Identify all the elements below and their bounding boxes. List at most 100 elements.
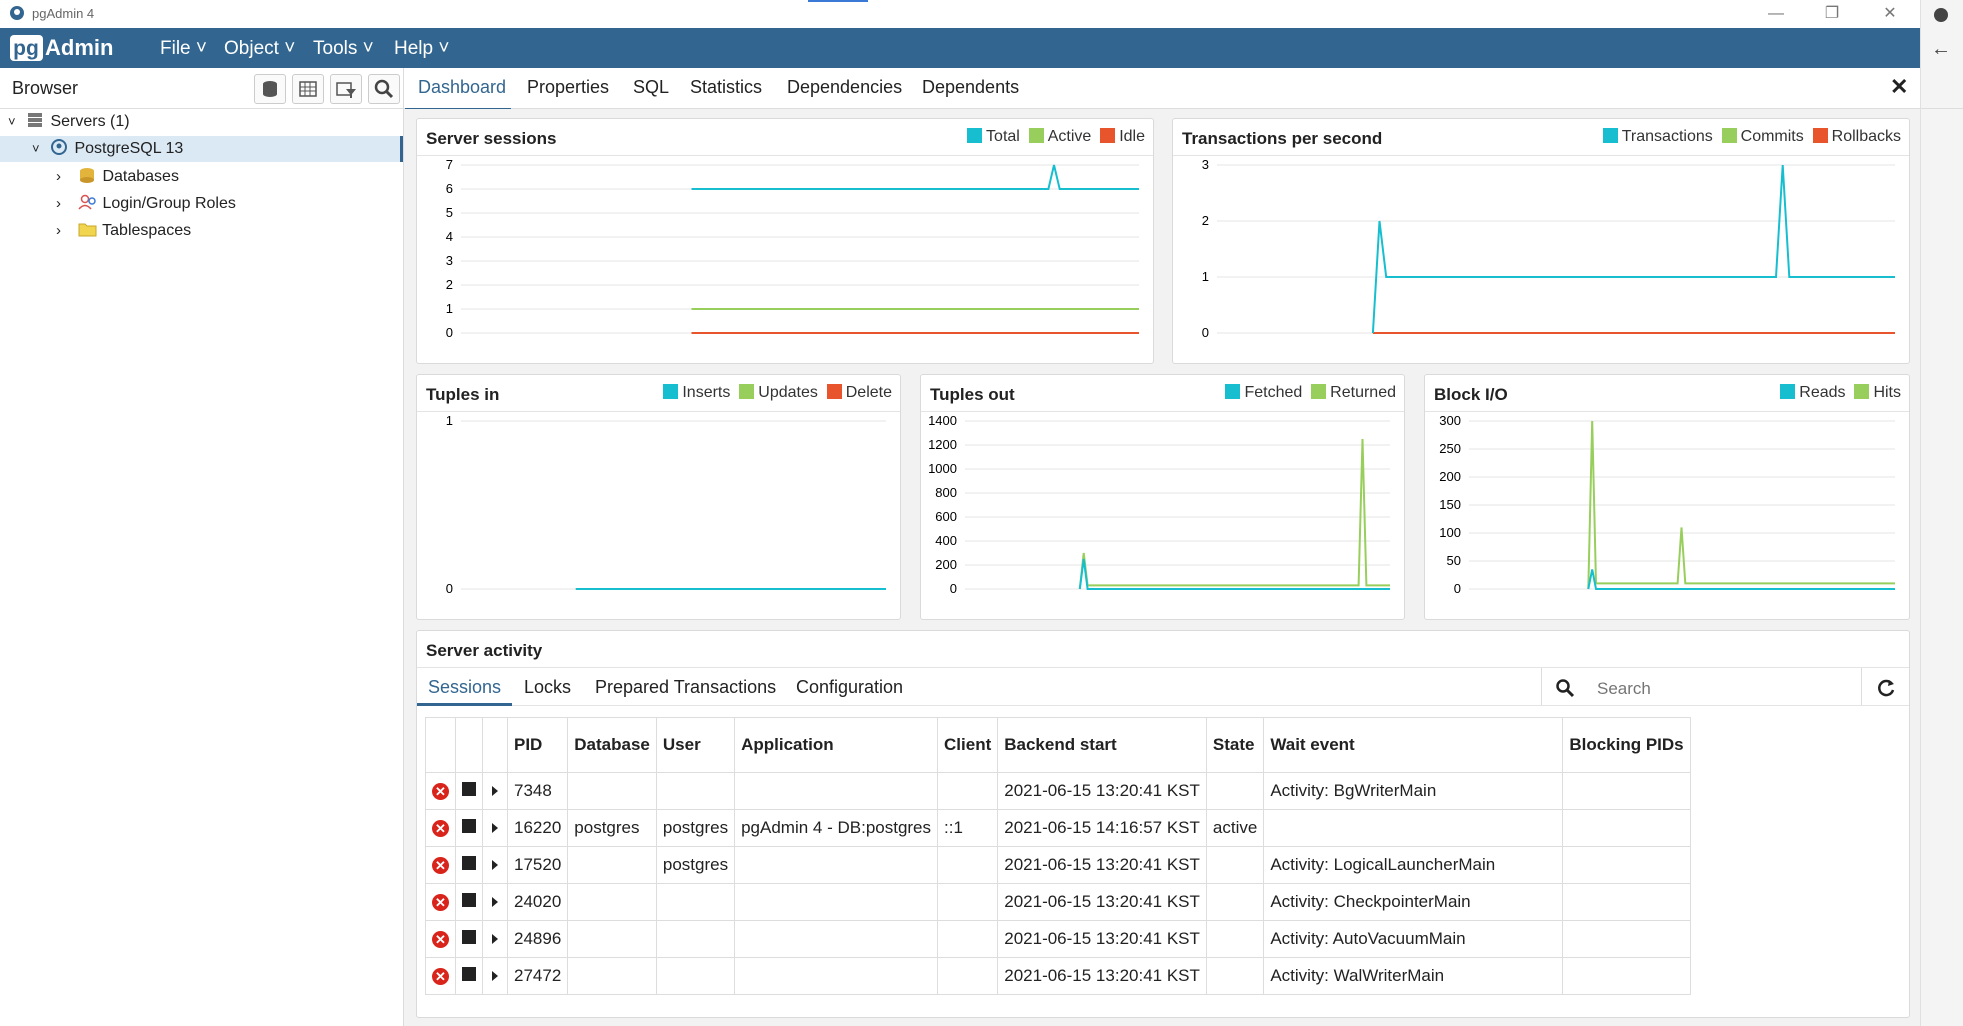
expand-row-icon[interactable] xyxy=(492,971,498,981)
minimize-button[interactable]: — xyxy=(1756,3,1796,25)
table-cell xyxy=(734,883,939,921)
terminate-cell xyxy=(455,846,483,884)
expand-row-icon[interactable] xyxy=(492,897,498,907)
col-client[interactable]: Client xyxy=(937,717,999,773)
cancel-query-icon[interactable]: ✕ xyxy=(432,894,449,911)
close-panel-icon[interactable]: ✕ xyxy=(1890,74,1908,100)
subtab-active-indicator xyxy=(417,703,512,706)
chevron-right-icon[interactable]: › xyxy=(56,191,78,217)
pgadmin-logo[interactable]: pg Admin xyxy=(10,33,135,63)
menu-file[interactable]: File ˅ xyxy=(160,38,207,60)
col-database[interactable]: Database xyxy=(567,717,657,773)
table-cell xyxy=(1205,772,1265,810)
tab-dependents[interactable]: Dependents xyxy=(922,77,1019,98)
col-pid[interactable]: PID xyxy=(506,717,569,773)
menu-tools[interactable]: Tools ˅ xyxy=(313,38,374,60)
tuples-out-panel: Tuples out Fetched Returned 0 200 400 600 80… xyxy=(920,374,1405,620)
search-input[interactable] xyxy=(1595,675,1855,703)
chevron-down-icon[interactable]: ˅ xyxy=(8,109,26,135)
table-cell xyxy=(1205,920,1265,958)
subtab-locks[interactable]: Locks xyxy=(524,677,571,698)
tab-dashboard-label[interactable]: Dashboard xyxy=(418,77,506,98)
y-tick-label: 50 xyxy=(1447,553,1461,568)
query-tool-button[interactable] xyxy=(254,74,286,104)
col-user[interactable]: User xyxy=(655,717,736,773)
expand-cell xyxy=(482,809,508,847)
terminate-session-icon[interactable] xyxy=(462,967,476,981)
table-cell xyxy=(1562,883,1691,921)
cancel-cell: ✕ xyxy=(425,883,456,921)
terminate-session-icon[interactable] xyxy=(462,893,476,907)
panel-divider xyxy=(417,667,1909,668)
table-row[interactable]: ✕ 7348 2021-06-15 13:20:41 KST Activity: Bg… xyxy=(425,772,1691,810)
block-io-chart: 0 50 100 150 200 250 300 xyxy=(1439,413,1895,596)
legend-swatch xyxy=(1780,384,1796,399)
tab-sql[interactable]: SQL xyxy=(633,77,669,98)
cancel-cell: ✕ xyxy=(425,920,456,958)
table-cell: 7348 xyxy=(506,772,569,810)
subtab-sessions[interactable]: Sessions xyxy=(428,677,501,698)
tree-item-postgresql-13[interactable]: ˅ PostgreSQL 13 xyxy=(0,136,403,162)
tree-item-databases[interactable]: › Databases xyxy=(56,164,179,190)
globe-icon[interactable] xyxy=(1934,8,1948,22)
tab-statistics[interactable]: Statistics xyxy=(690,77,762,98)
terminate-session-icon[interactable] xyxy=(462,819,476,833)
col-wait-event[interactable]: Wait event xyxy=(1263,717,1564,773)
subtab-configuration[interactable]: Configuration xyxy=(796,677,903,698)
cancel-cell: ✕ xyxy=(425,846,456,884)
title-bar: pgAdmin 4 — ❐ ✕ xyxy=(0,0,1920,28)
view-data-button[interactable] xyxy=(292,74,324,104)
expand-row-icon[interactable] xyxy=(492,786,498,796)
search-objects-button[interactable] xyxy=(368,74,400,104)
col-terminate xyxy=(455,717,483,773)
tree-item-servers[interactable]: ˅ Servers (1) xyxy=(8,109,403,135)
table-cell xyxy=(655,920,736,958)
maximize-button[interactable]: ❐ xyxy=(1812,3,1852,25)
cancel-query-icon[interactable]: ✕ xyxy=(432,931,449,948)
chevron-right-icon[interactable]: › xyxy=(56,164,78,190)
filtered-rows-button[interactable] xyxy=(330,74,362,104)
terminate-session-icon[interactable] xyxy=(462,930,476,944)
chart-legend: Total Active Idle xyxy=(967,128,1145,146)
legend-swatch xyxy=(1028,128,1044,143)
tab-dependencies[interactable]: Dependencies xyxy=(787,77,902,98)
tree-item-tablespaces[interactable]: › Tablespaces xyxy=(56,218,191,244)
table-cell: active xyxy=(1205,809,1265,847)
subtab-prepared-transactions[interactable]: Prepared Transactions xyxy=(595,677,776,698)
tree-label: Servers (1) xyxy=(50,113,130,130)
cancel-query-icon[interactable]: ✕ xyxy=(432,968,449,985)
col-backend-start[interactable]: Backend start xyxy=(997,717,1207,773)
cancel-query-icon[interactable]: ✕ xyxy=(432,783,449,800)
tab-properties[interactable]: Properties xyxy=(527,77,609,98)
table-cell xyxy=(937,846,999,884)
col-state[interactable]: State xyxy=(1205,717,1265,773)
chevron-down-icon[interactable]: ˅ xyxy=(32,136,50,162)
back-arrow-icon[interactable]: ← xyxy=(1931,38,1951,61)
col-blocking-pids[interactable]: Blocking PIDs xyxy=(1562,717,1691,773)
col-application[interactable]: Application xyxy=(734,717,939,773)
transactions-panel: Transactions per second Transactions Com… xyxy=(1172,118,1910,364)
close-window-button[interactable]: ✕ xyxy=(1870,3,1910,25)
chevron-right-icon[interactable]: › xyxy=(56,218,78,244)
col-cancel xyxy=(425,717,456,773)
expand-row-icon[interactable] xyxy=(492,860,498,870)
databases-icon xyxy=(80,168,94,183)
table-row[interactable]: ✕ 16220 postgres postgres pgAdmin 4 - DB:pos… xyxy=(425,809,1691,847)
expand-row-icon[interactable] xyxy=(492,934,498,944)
table-row[interactable]: ✕ 17520 postgres 2021-06-15 13:20:41 KST Act… xyxy=(425,846,1691,884)
table-row[interactable]: ✕ 27472 2021-06-15 13:20:41 KST Activity: W… xyxy=(425,957,1691,995)
terminate-session-icon[interactable] xyxy=(462,782,476,796)
tree-item-login-group-roles[interactable]: › Login/Group Roles xyxy=(56,191,236,217)
terminate-session-icon[interactable] xyxy=(462,856,476,870)
y-tick-label: 3 xyxy=(1202,157,1209,172)
menu-help[interactable]: Help ˅ xyxy=(394,38,449,60)
expand-row-icon[interactable] xyxy=(492,823,498,833)
side-strip: ← xyxy=(1920,0,1963,1026)
elephant-icon xyxy=(10,6,24,20)
refresh-icon[interactable] xyxy=(1875,677,1897,699)
table-row[interactable]: ✕ 24896 2021-06-15 13:20:41 KST Activity: A… xyxy=(425,920,1691,958)
cancel-query-icon[interactable]: ✕ xyxy=(432,820,449,837)
table-row[interactable]: ✕ 24020 2021-06-15 13:20:41 KST Activity: C… xyxy=(425,883,1691,921)
cancel-query-icon[interactable]: ✕ xyxy=(432,857,449,874)
menu-object[interactable]: Object ˅ xyxy=(224,38,295,60)
